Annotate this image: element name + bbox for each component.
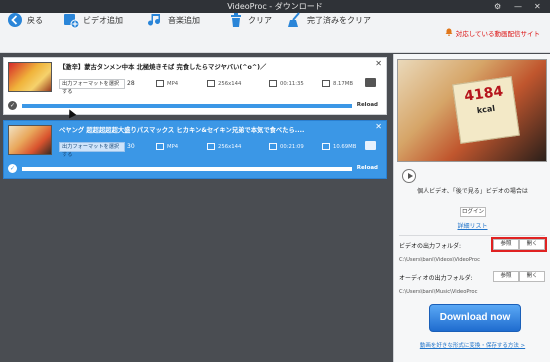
preview-sign: 4184 kcal	[452, 76, 520, 144]
resolution-icon	[207, 80, 215, 87]
resolution-label: 256x144	[218, 80, 242, 87]
clock-icon	[269, 80, 277, 87]
supported-sites-link[interactable]: 対応している動画配信サイト	[445, 13, 540, 53]
video-open-button[interactable]: 開く	[519, 239, 545, 250]
login-info-text: 個人ビデオ、「後で見る」ビデオの場合は	[417, 188, 528, 195]
reload-button[interactable]: Reload	[357, 102, 378, 108]
add-music-label: 音楽追加	[168, 15, 200, 25]
add-music-button[interactable]: 音楽追加	[147, 0, 200, 40]
list-item[interactable]: 【激辛】蒙古タンメン中本 北極焼きそば 完食したらマジヤバい(^o^)／ ✕ 出…	[3, 57, 387, 115]
size-label: 10.69MB	[333, 143, 357, 150]
resolution-label: 256x144	[218, 143, 242, 150]
preview-sign-unit: kcal	[476, 103, 496, 116]
convert-guide-link[interactable]: 動画を好きな形式に変換・保存する方法 >	[394, 341, 550, 349]
format-count: 30	[127, 143, 135, 150]
broom-icon	[286, 11, 304, 29]
size-label: 8.17MB	[333, 80, 353, 87]
container-info: MP4	[156, 80, 178, 87]
resolution-icon	[207, 143, 215, 150]
file-size-icon	[322, 80, 330, 87]
settings-icon[interactable]: ⚙	[494, 0, 501, 13]
login-button[interactable]: ログイン	[460, 207, 486, 217]
clear-done-button[interactable]: 完了済みをクリア	[286, 0, 371, 40]
video-thumbnail	[8, 125, 52, 155]
size-info: 10.69MB	[322, 143, 356, 150]
back-arrow-icon	[6, 11, 24, 29]
preview-sign-number: 4184	[463, 83, 505, 105]
minimize-icon[interactable]: —	[514, 0, 522, 13]
progress-fill	[22, 167, 352, 171]
play-button-icon[interactable]	[402, 169, 416, 183]
trash-icon	[227, 11, 245, 29]
complete-check-icon: ✓	[8, 101, 17, 110]
duration-label: 00:11:35	[280, 80, 304, 87]
size-info: 8.17MB	[322, 80, 353, 87]
container-info: MP4	[156, 143, 178, 150]
divider	[399, 235, 545, 236]
file-size-icon	[322, 143, 330, 150]
add-video-label: ビデオ追加	[83, 15, 123, 25]
download-list: 【激辛】蒙古タンメン中本 北極焼きそば 完食したらマジヤバい(^o^)／ ✕ 出…	[0, 54, 392, 362]
add-video-button[interactable]: ビデオ追加	[62, 0, 123, 40]
add-music-icon	[147, 11, 165, 29]
resolution-info: 256x144	[207, 143, 241, 150]
open-folder-icon[interactable]	[365, 78, 376, 87]
complete-check-icon: ✓	[8, 164, 17, 173]
video-title: ペヤング 超超超超超大盛りパスマックス ヒカキン&セイキン兄弟で本気で食べたら.…	[59, 127, 305, 134]
clear-label: クリア	[248, 15, 272, 25]
video-browse-button[interactable]: 参照	[493, 239, 519, 250]
video-thumbnail	[8, 62, 52, 92]
format-select[interactable]: 出力フォーマットを選択する	[59, 142, 125, 158]
video-preview: 4184 kcal	[397, 59, 547, 162]
audio-browse-button[interactable]: 参照	[493, 271, 519, 282]
video-format-icon	[156, 80, 164, 87]
duration-label: 00:21:09	[280, 143, 304, 150]
close-window-icon[interactable]: ✕	[534, 0, 541, 13]
supported-sites-label: 対応している動画配信サイト	[455, 30, 540, 38]
back-button[interactable]: 戻る	[6, 0, 43, 40]
container-label: MP4	[167, 80, 179, 87]
audio-folder-label: オーディオの出力フォルダ:	[399, 275, 473, 282]
video-title: 【激辛】蒙古タンメン中本 北極焼きそば 完食したらマジヤバい(^o^)／	[59, 64, 267, 71]
duration-info: 00:11:35	[269, 80, 304, 87]
download-progress-bar	[22, 167, 352, 171]
download-now-button[interactable]: Download now	[429, 304, 521, 332]
remove-item-icon[interactable]: ✕	[375, 59, 382, 68]
bell-icon	[445, 28, 453, 38]
side-panel: 4184 kcal 個人ビデオ、「後で見る」ビデオの場合は ログイン 詳細リスト…	[393, 54, 550, 362]
video-folder-path: C:\Users\bani\Videos\VideoProc	[399, 257, 480, 263]
clear-button[interactable]: クリア	[227, 0, 272, 40]
video-format-icon	[156, 143, 164, 150]
detail-list-link[interactable]: 詳細リスト	[394, 221, 550, 230]
video-folder-label: ビデオの出力フォルダ:	[399, 243, 462, 250]
remove-item-icon[interactable]: ✕	[375, 122, 382, 131]
container-label: MP4	[167, 143, 179, 150]
audio-open-button[interactable]: 開く	[519, 271, 545, 282]
reload-button[interactable]: Reload	[357, 165, 378, 171]
format-select[interactable]: 出力フォーマットを選択する	[59, 79, 125, 95]
back-label: 戻る	[27, 15, 43, 25]
list-item[interactable]: ペヤング 超超超超超大盛りパスマックス ヒカキン&セイキン兄弟で本気で食べたら.…	[3, 120, 387, 179]
add-video-icon	[62, 11, 80, 29]
clock-icon	[269, 143, 277, 150]
audio-folder-path: C:\Users\bani\Music\VideoProc	[399, 289, 478, 295]
resolution-info: 256x144	[207, 80, 241, 87]
open-folder-icon[interactable]	[365, 141, 376, 150]
video-folder-buttons: 参照 開く	[491, 237, 547, 252]
format-count: 28	[127, 80, 135, 87]
audio-folder-buttons: 参照 開く	[493, 271, 545, 282]
clear-done-label: 完了済みをクリア	[307, 15, 371, 25]
duration-info: 00:21:09	[269, 143, 304, 150]
